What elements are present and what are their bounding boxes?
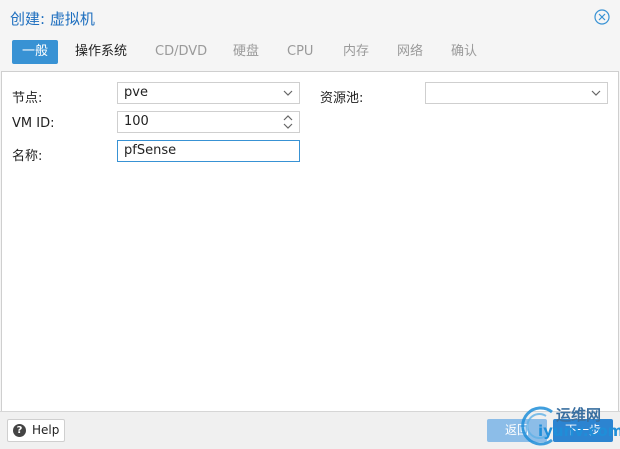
dialog-title: 创建: 虚拟机 (10, 10, 95, 28)
tab-general[interactable]: 一般 (12, 40, 59, 64)
vmid-value: 100 (124, 114, 149, 129)
general-form-panel: 节点: pve 资源池: VM ID: 100 名称: pfSense (1, 71, 619, 412)
node-value: pve (124, 85, 148, 100)
name-value: pfSense (124, 143, 177, 158)
help-label: Help (32, 423, 60, 437)
help-button[interactable]: ? Help (7, 419, 65, 442)
tab-memory: 内存 (343, 44, 370, 59)
tab-confirm: 确认 (451, 44, 478, 59)
vmid-spinner[interactable]: 100 (117, 111, 300, 133)
node-label: 节点: (12, 91, 43, 106)
name-input[interactable]: pfSense (117, 140, 300, 162)
tab-hard-disk: 硬盘 (233, 44, 260, 59)
question-icon: ? (13, 424, 26, 437)
chevron-down-icon (283, 90, 293, 96)
tab-network: 网络 (397, 44, 424, 59)
name-label: 名称: (12, 149, 43, 164)
next-button[interactable]: 下一步 (553, 419, 613, 442)
close-icon[interactable] (594, 9, 610, 25)
spinner-arrows-icon[interactable] (283, 114, 293, 130)
pool-label: 资源池: (320, 91, 364, 106)
chevron-down-icon (591, 90, 601, 96)
vmid-label: VM ID: (12, 116, 55, 131)
pool-select[interactable] (425, 82, 608, 104)
back-button[interactable]: 返回 (487, 419, 547, 442)
tab-cpu: CPU (287, 44, 314, 59)
dialog-footer: ? Help 返回 下一步 (0, 411, 620, 449)
tab-os[interactable]: 操作系统 (65, 40, 137, 64)
dialog-titlebar: 创建: 虚拟机 (0, 0, 620, 34)
wizard-tab-bar: 一般 操作系统 CD/DVD 硬盘 CPU 内存 网络 确认 (0, 37, 620, 67)
node-select[interactable]: pve (117, 82, 300, 104)
create-vm-dialog: 创建: 虚拟机 一般 操作系统 CD/DVD 硬盘 CPU 内存 网络 确认 节… (0, 0, 620, 449)
tab-cd-dvd: CD/DVD (155, 44, 208, 59)
